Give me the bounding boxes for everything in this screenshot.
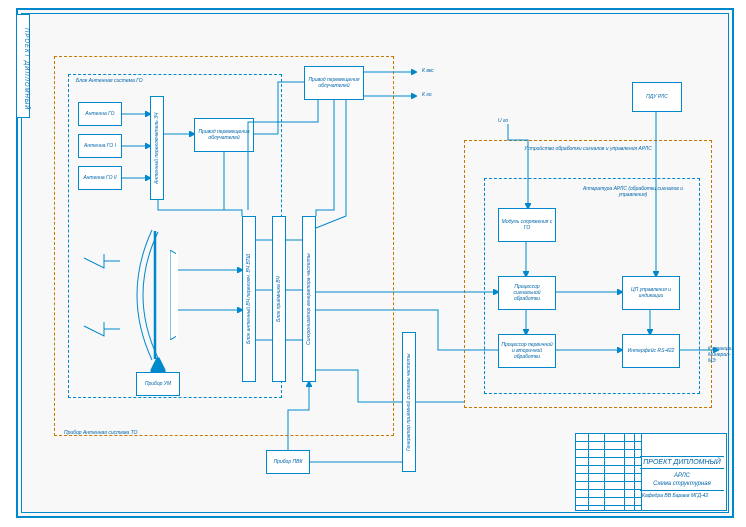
block-vert-b1: Блок антенный ВЧ переключ. ВЧ ВТШ — [242, 216, 256, 382]
io-u-go: U го — [498, 118, 508, 124]
io-k-go: К го — [422, 92, 432, 98]
block-vert-b2: Блок приёмника ВЧ — [272, 216, 286, 382]
label-apparatus: Аппаратура АРЛС (обработки сигналов и уп… — [578, 186, 688, 198]
tb-doc-sub: Схема структурная — [653, 481, 711, 487]
block-rs422: Интерфейс RS-422 — [622, 334, 680, 368]
tb-footer: Кафедра ВВ Бараев МГД-42 — [640, 490, 724, 508]
block-mod-sopr: Модуль сопряжения с ГО — [498, 208, 556, 242]
tb-left-grid — [576, 434, 642, 510]
title-block: ПРОЕКТ ДИПЛОМНЫЙ АРЛС Схема структурная … — [575, 433, 727, 511]
block-ant-go: Антенна ГО — [78, 102, 122, 126]
block-generator: Генератор приёмной системы частоты — [402, 332, 416, 472]
tb-project: ПРОЕКТ ДИПЛОМНЫЙ — [640, 456, 724, 468]
block-proc-prim: Процессор первичной и вторичной обработк… — [498, 334, 556, 368]
label-antenna-to: Прибор Антенная система ТО — [64, 430, 137, 436]
block-drive1: Привод перемещения облучателей — [304, 66, 364, 100]
block-ant-go1: Антенна ГО I — [78, 134, 122, 158]
block-cp: ЦП управления и индикации — [622, 276, 680, 310]
block-pvk: Прибор ПВК — [266, 450, 310, 474]
tb-doc-title: АРЛС — [674, 473, 690, 479]
block-drive2: Привод перемещения облучателей — [194, 118, 254, 152]
label-antenna-go: Блок Антенная система ГО — [76, 78, 143, 84]
drawing-frame: ПРОЕКТ ДИПЛОМНЫЙ Прибор Антенная система… — [16, 8, 734, 518]
io-k-vks: К вкс — [422, 68, 434, 74]
block-switch-3ch: Антенный переключатель 3Ч — [150, 96, 164, 200]
label-proc-unit: Устройство обработки сигналов и управлен… — [518, 146, 658, 152]
block-um: Прибор УМ — [136, 372, 180, 396]
block-ant-go2: Антенна ГО II — [78, 166, 122, 190]
io-k-stan: К станции Минерал-МЭ — [708, 346, 738, 364]
feed-array — [168, 250, 178, 340]
side-tab: ПРОЕКТ ДИПЛОМНЫЙ — [16, 14, 30, 118]
block-proc-sig: Процессор сигнальной обработки — [498, 276, 556, 310]
block-vert-b3: Синхронизатор генератора частоты — [302, 216, 316, 382]
block-pdu: ПДУ РЛС — [632, 82, 682, 112]
tb-doc: АРЛС Схема структурная — [640, 468, 724, 490]
